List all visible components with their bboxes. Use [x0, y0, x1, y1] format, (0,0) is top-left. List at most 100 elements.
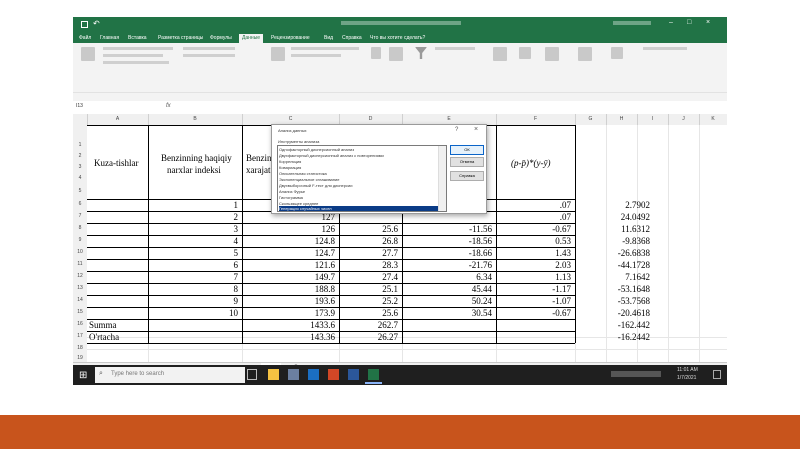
- clock-date[interactable]: 1/7/2021: [677, 375, 696, 381]
- header-cell[interactable]: narxlar indeksi: [167, 165, 221, 175]
- search-box[interactable]: ⌕ Type here to search: [95, 367, 245, 383]
- column-header[interactable]: I: [637, 114, 669, 125]
- dialog-close-icon[interactable]: ×: [474, 126, 478, 133]
- table-cell[interactable]: 3: [149, 224, 239, 234]
- table-cell[interactable]: 25.1: [340, 284, 398, 294]
- ribbon-command[interactable]: [291, 54, 341, 57]
- table-cell[interactable]: 149.7: [243, 272, 335, 282]
- save-icon[interactable]: [81, 21, 88, 28]
- table-cell[interactable]: 2: [149, 212, 239, 222]
- average-label[interactable]: O'rtacha: [89, 332, 119, 342]
- list-item[interactable]: Гистограмма: [279, 195, 435, 200]
- table-cell[interactable]: 25.6: [340, 224, 398, 234]
- tell-me-search[interactable]: Что вы хотите сделать?: [367, 34, 428, 43]
- row-header[interactable]: 15: [73, 309, 87, 315]
- mail-icon[interactable]: [308, 369, 319, 380]
- list-item[interactable]: Однофакторный дисперсионный анализ: [279, 147, 435, 152]
- table-cell[interactable]: 4: [149, 236, 239, 246]
- ribbon-command[interactable]: [103, 54, 163, 57]
- filter-icon[interactable]: [415, 47, 427, 59]
- list-item[interactable]: Двухфакторный дисперсионный анализ с пов…: [279, 153, 435, 158]
- table-cell[interactable]: 27.4: [340, 272, 398, 282]
- name-box[interactable]: I13: [76, 103, 136, 111]
- windows-start-icon[interactable]: ⊞: [79, 370, 87, 381]
- table-cell[interactable]: 124.7: [243, 248, 335, 258]
- row-header[interactable]: 18: [73, 345, 87, 351]
- average-cell[interactable]: 143.36: [243, 332, 335, 342]
- table-cell[interactable]: 10: [149, 308, 238, 318]
- table-cell[interactable]: -53.7568: [576, 296, 650, 306]
- list-item[interactable]: Корреляция: [279, 159, 435, 164]
- table-cell[interactable]: 7: [149, 272, 239, 282]
- header-cell[interactable]: Benzinning haqiqiy: [161, 153, 232, 163]
- table-cell[interactable]: -53.1648: [576, 284, 650, 294]
- table-cell[interactable]: 1: [149, 200, 239, 210]
- column-header[interactable]: J: [668, 114, 700, 125]
- table-cell[interactable]: .07: [497, 212, 571, 222]
- powerpoint-icon[interactable]: [328, 369, 339, 380]
- tab-formulas[interactable]: Формулы: [207, 34, 235, 43]
- column-header[interactable]: K: [699, 114, 727, 125]
- table-cell[interactable]: 24.0492: [576, 212, 650, 222]
- refresh-all-icon[interactable]: [271, 47, 285, 61]
- tools-listbox[interactable]: Однофакторный дисперсионный анализ Двухф…: [277, 145, 447, 212]
- tab-page-layout[interactable]: Разметка страницы: [155, 34, 206, 43]
- row-header[interactable]: 8: [73, 225, 87, 231]
- table-cell[interactable]: 121.6: [243, 260, 335, 270]
- tab-home[interactable]: Главная: [97, 34, 122, 43]
- forecast-sheet-icon[interactable]: [578, 47, 592, 61]
- ribbon-command[interactable]: [103, 47, 173, 50]
- summa-label[interactable]: Summa: [89, 320, 117, 330]
- average-cell[interactable]: -16.2442: [576, 332, 650, 342]
- table-cell[interactable]: -21.76: [403, 260, 492, 270]
- help-icon[interactable]: ?: [455, 127, 458, 133]
- row-header[interactable]: 12: [73, 273, 87, 279]
- undo-icon[interactable]: ↶: [93, 19, 100, 28]
- column-header[interactable]: A: [87, 114, 149, 125]
- excel-icon[interactable]: [368, 369, 379, 380]
- listbox-scrollbar[interactable]: [438, 146, 446, 211]
- row-header[interactable]: 2: [73, 153, 87, 159]
- account-name[interactable]: [613, 21, 651, 25]
- ribbon-command[interactable]: [183, 54, 235, 57]
- list-item[interactable]: Ковариация: [279, 165, 435, 170]
- row-header[interactable]: 19: [73, 355, 87, 361]
- table-cell[interactable]: -1.17: [497, 284, 571, 294]
- row-header[interactable]: 5: [73, 188, 87, 194]
- table-cell[interactable]: -11.56: [403, 224, 492, 234]
- column-header[interactable]: B: [148, 114, 243, 125]
- get-data-icon[interactable]: [81, 47, 95, 61]
- help-button[interactable]: Справка: [450, 171, 484, 181]
- table-cell[interactable]: 28.3: [340, 260, 398, 270]
- summa-cell[interactable]: 262.7: [340, 320, 398, 330]
- table-cell[interactable]: .07: [497, 200, 571, 210]
- notifications-icon[interactable]: [713, 370, 721, 379]
- table-cell[interactable]: -18.56: [403, 236, 492, 246]
- row-header[interactable]: 6: [73, 201, 87, 207]
- table-cell[interactable]: 188.8: [243, 284, 335, 294]
- row-header[interactable]: 13: [73, 285, 87, 291]
- column-header[interactable]: F: [496, 114, 576, 125]
- clock-time[interactable]: 11:01 AM: [677, 367, 698, 373]
- tab-review[interactable]: Рецензирование: [268, 34, 313, 43]
- list-item[interactable]: Анализ Фурье: [279, 189, 435, 194]
- table-cell[interactable]: 2.03: [497, 260, 571, 270]
- header-cell[interactable]: Kuza-tishlar: [94, 158, 138, 168]
- ok-button[interactable]: ОК: [450, 145, 484, 155]
- table-cell[interactable]: -26.6838: [576, 248, 650, 258]
- ribbon-command[interactable]: [103, 61, 169, 64]
- what-if-icon[interactable]: [545, 47, 559, 61]
- close-icon[interactable]: ×: [706, 19, 710, 26]
- ribbon-command[interactable]: [435, 47, 475, 50]
- table-cell[interactable]: 1.13: [497, 272, 571, 282]
- store-icon[interactable]: [288, 369, 299, 380]
- table-cell[interactable]: 6: [149, 260, 239, 270]
- row-header[interactable]: 9: [73, 237, 87, 243]
- table-cell[interactable]: -44.1728: [576, 260, 650, 270]
- tab-file[interactable]: Файл: [76, 34, 94, 43]
- average-cell[interactable]: 26.27: [340, 332, 398, 342]
- word-icon[interactable]: [348, 369, 359, 380]
- task-view-icon[interactable]: [247, 369, 257, 380]
- table-cell[interactable]: 126: [243, 224, 336, 234]
- text-to-columns-icon[interactable]: [493, 47, 507, 61]
